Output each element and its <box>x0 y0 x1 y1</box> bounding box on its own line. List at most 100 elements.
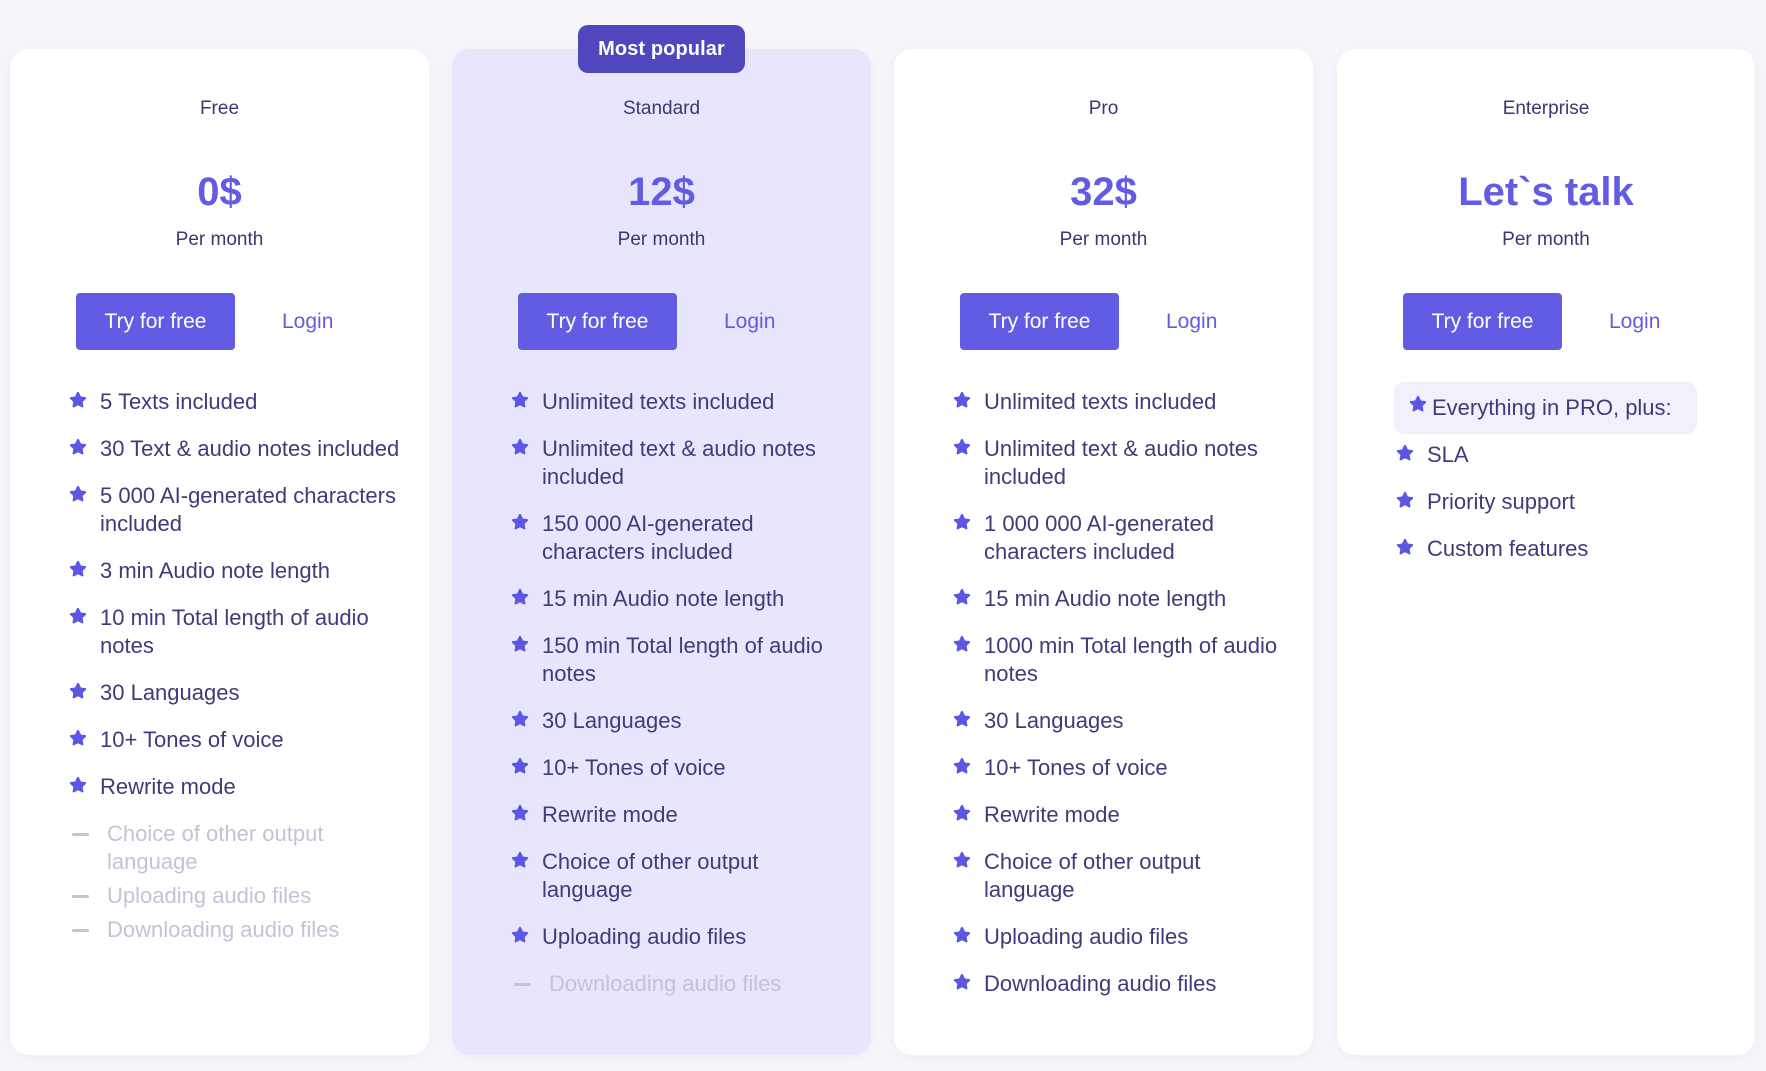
feature-item: 10 min Total length of audio notes <box>68 604 405 660</box>
dash-icon <box>72 820 90 848</box>
try-for-free-button[interactable]: Try for free <box>518 293 677 350</box>
star-icon <box>952 437 972 457</box>
feature-item: 10+ Tones of voice <box>68 726 405 754</box>
star-icon <box>68 484 88 504</box>
plan-price: 0$ <box>197 170 242 214</box>
star-icon <box>952 709 972 729</box>
star-icon <box>68 390 88 410</box>
feature-item: 30 Languages <box>68 679 405 707</box>
feature-label: Uploading audio files <box>542 924 747 949</box>
feature-label: 30 Languages <box>100 680 240 705</box>
feature-item: Rewrite mode <box>68 773 405 801</box>
feature-item: 150 000 AI-generated characters included <box>510 510 847 566</box>
feature-list: Unlimited texts included Unlimited text &… <box>952 388 1289 1017</box>
star-icon <box>952 803 972 823</box>
plan-period: Per month <box>175 229 264 250</box>
try-for-free-button[interactable]: Try for free <box>76 293 235 350</box>
feature-label: Rewrite mode <box>100 774 236 799</box>
try-for-free-button[interactable]: Try for free <box>1403 293 1562 350</box>
feature-item: 3 min Audio note length <box>68 557 405 585</box>
feature-label: Choice of other output language <box>107 821 324 874</box>
feature-item: Unlimited text & audio notes included <box>952 435 1289 491</box>
feature-label: 5 000 AI-generated characters included <box>100 483 396 536</box>
login-link[interactable]: Login <box>282 310 333 334</box>
feature-label: 3 min Audio note length <box>100 558 330 583</box>
plan-actions: Try for free Login <box>1403 293 1660 350</box>
feature-label: 150 000 AI-generated characters included <box>542 511 754 564</box>
feature-item: Custom features <box>1395 535 1731 563</box>
star-icon <box>952 925 972 945</box>
feature-item: Downloading audio files <box>952 970 1289 998</box>
feature-label: 10 min Total length of audio notes <box>100 605 369 658</box>
star-icon <box>952 634 972 654</box>
plan-name: Enterprise <box>1502 98 1590 119</box>
feature-item: Unlimited texts included <box>952 388 1289 416</box>
feature-item: 1000 min Total length of audio notes <box>952 632 1289 688</box>
feature-label: Downloading audio files <box>549 971 782 996</box>
feature-label: Choice of other output language <box>984 849 1201 902</box>
feature-label: SLA <box>1427 442 1469 467</box>
star-icon <box>510 634 530 654</box>
feature-item: SLA <box>1395 441 1731 469</box>
feature-list: Everything in PRO, plus: SLA Priority supp… <box>1394 382 1731 582</box>
plan-price: 12$ <box>628 170 695 214</box>
star-icon <box>1395 537 1415 557</box>
feature-label: Uploading audio files <box>107 883 312 908</box>
feature-list: Unlimited texts included Unlimited text &… <box>510 388 847 1017</box>
pricing-section: Free 0$ Per month Try for free Login 5 T… <box>0 0 1766 1071</box>
feature-item: 5 Texts included <box>68 388 405 416</box>
feature-label: 30 Text & audio notes included <box>100 436 400 461</box>
star-icon <box>510 437 530 457</box>
feature-label: 150 min Total length of audio notes <box>542 633 823 686</box>
plan-card-free: Free 0$ Per month Try for free Login 5 T… <box>10 49 429 1055</box>
feature-label: Downloading audio files <box>107 917 340 942</box>
star-icon <box>1408 394 1428 414</box>
star-icon <box>1395 443 1415 463</box>
login-link[interactable]: Login <box>1609 310 1660 334</box>
plan-card-enterprise: Enterprise Let`s talk Per month Try for … <box>1337 49 1755 1055</box>
feature-label: Downloading audio files <box>984 971 1217 996</box>
dash-icon <box>72 916 90 944</box>
feature-item: Choice of other output language <box>952 848 1289 904</box>
feature-label: 5 Texts included <box>100 389 258 414</box>
star-icon <box>1395 490 1415 510</box>
feature-item: Priority support <box>1395 488 1731 516</box>
plan-period: Per month <box>1502 229 1590 250</box>
star-icon <box>510 512 530 532</box>
star-icon <box>952 390 972 410</box>
feature-item: Rewrite mode <box>510 801 847 829</box>
star-icon <box>952 512 972 532</box>
star-icon <box>952 587 972 607</box>
star-icon <box>510 850 530 870</box>
feature-label: Unlimited texts included <box>542 389 775 414</box>
feature-highlight: Everything in PRO, plus: <box>1394 382 1697 434</box>
feature-item-unavailable: Downloading audio files <box>510 970 847 998</box>
star-icon <box>68 606 88 626</box>
plan-actions: Try for free Login <box>76 293 333 350</box>
feature-item: Unlimited texts included <box>510 388 847 416</box>
plan-card-pro: Pro 32$ Per month Try for free Login Unl… <box>894 49 1313 1055</box>
feature-label: Unlimited text & audio notes included <box>984 436 1258 489</box>
plan-price: Let`s talk <box>1458 170 1634 214</box>
feature-label: Choice of other output language <box>542 849 759 902</box>
star-icon <box>952 756 972 776</box>
plan-period: Per month <box>1059 229 1148 250</box>
feature-label: 30 Languages <box>984 708 1124 733</box>
login-link[interactable]: Login <box>724 310 775 334</box>
plan-period: Per month <box>617 229 706 250</box>
feature-label: 1000 min Total length of audio notes <box>984 633 1278 686</box>
star-icon <box>68 681 88 701</box>
feature-label: 10+ Tones of voice <box>100 727 284 752</box>
feature-list: 5 Texts included 30 Text & audio notes in… <box>68 388 405 950</box>
dash-icon <box>72 882 90 910</box>
feature-item: 150 min Total length of audio notes <box>510 632 847 688</box>
feature-item: 30 Languages <box>510 707 847 735</box>
login-link[interactable]: Login <box>1166 310 1217 334</box>
feature-label: Unlimited text & audio notes included <box>542 436 816 489</box>
feature-item-unavailable: Choice of other output language <box>68 820 405 876</box>
plan-name: Free <box>199 98 240 119</box>
plan-actions: Try for free Login <box>518 293 775 350</box>
star-icon <box>68 775 88 795</box>
try-for-free-button[interactable]: Try for free <box>960 293 1119 350</box>
feature-item: 30 Languages <box>952 707 1289 735</box>
